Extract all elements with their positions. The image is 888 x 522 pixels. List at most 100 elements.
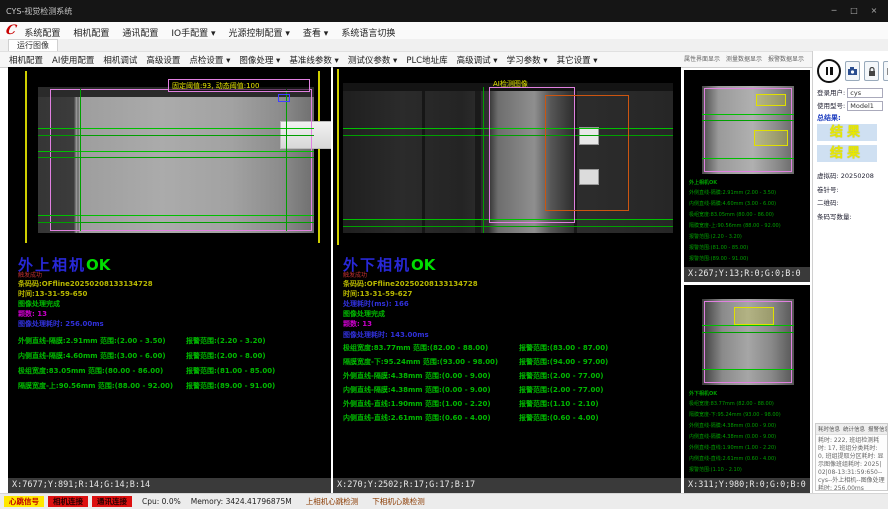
thumb-measurement-line: 隔膜宽度-上:90.56mm (88.00 - 92.00) <box>689 221 808 232</box>
measurement-row: 隔膜宽度-下:95.24mm 范围:(93.00 - 98.00) 报警范围:(… <box>343 357 677 371</box>
measurement-row: 外侧直线-直线:1.90mm 范围:(1.00 - 2.20) 报警范围:(1.… <box>343 399 677 413</box>
threshold-label: 固定阈值:93, 动态阈值:100 <box>172 81 259 91</box>
thumb-measurement-line: 内侧直线-隔膜:4.60mm (3.00 - 6.00) <box>689 199 808 210</box>
highlight-box-yellow <box>756 94 786 106</box>
lower-camera-heartbeat: 下相机心跳检测 <box>372 496 425 507</box>
app-logo-icon: C <box>4 23 18 38</box>
info-tab-stats[interactable]: 统计信息 <box>843 425 865 433</box>
camera-canvas[interactable]: 外下相机OK 极组宽度:83.77mm (82.00 - 88.00)隔膜宽度-… <box>684 285 810 478</box>
menu-bar: C 系统配置 相机配置 通讯配置 IO手配置 ▾ 光源控制配置 ▾ 查看 ▾ 系统语言切换 <box>0 22 888 40</box>
user-value-field[interactable]: cys <box>847 88 883 98</box>
algo-elapsed-line: 处理耗时(ms): 166 <box>343 299 643 309</box>
roi-box-orange <box>545 95 629 211</box>
highlight-box-yellow <box>754 130 788 146</box>
highlight-box-yellow <box>734 307 774 325</box>
cpu-usage: Cpu: 0.0% <box>142 497 181 506</box>
measurement-row: 极组宽度:83.77mm 范围:(82.00 - 88.00) 报警范围:(83… <box>343 343 677 357</box>
alarm-range: 报警范围:(81.00 - 85.00) <box>186 366 275 381</box>
exit-button[interactable] <box>883 61 888 81</box>
info-tab-elapsed[interactable]: 耗时信息 <box>818 425 840 433</box>
measurement-value: 极组宽度:83.05mm 范围:(80.00 - 86.00) <box>18 366 186 381</box>
thumb-measurement-line: 报警范围:(2.20 - 3.20) <box>689 232 808 243</box>
count-line: 颗数: 13 <box>18 309 318 319</box>
menu-item[interactable]: 查看 ▾ <box>303 29 328 39</box>
measurement-value: 极组宽度:83.77mm 范围:(82.00 - 88.00) <box>343 343 519 357</box>
virtual-code-value: 20250208 <box>841 172 874 180</box>
user-label: 登录用户: <box>817 89 845 97</box>
qr-code-label: 二维码: <box>817 197 839 207</box>
thumbs-header-label[interactable]: 测量数据显示 <box>726 54 762 63</box>
model-value-field[interactable]: Model1 <box>847 101 883 111</box>
barcode-write-count-label: 条码写数量: <box>817 211 852 221</box>
toolbar-button[interactable]: 学习参数 ▾ <box>507 54 548 66</box>
toolbar-button[interactable]: 相机配置 <box>9 54 43 66</box>
measurement-row: 内侧直线-隔膜:4.38mm 范围:(0.00 - 9.00) 报警范围:(2.… <box>343 385 677 399</box>
measurement-row: 内侧直线-直线:2.61mm 范围:(0.60 - 4.00) 报警范围:(0.… <box>343 413 677 427</box>
thumbs-header-label[interactable]: 属性界面显示 <box>684 54 720 63</box>
window-title: CYS-视觉检测系统 <box>0 6 826 17</box>
menu-item[interactable]: IO手配置 ▾ <box>171 29 215 39</box>
camera-capture-button[interactable] <box>845 61 860 81</box>
menu-item[interactable]: 通讯配置 <box>122 29 158 39</box>
lock-icon <box>868 67 876 76</box>
thumb-measurement-line: 内侧直线-隔膜:4.38mm (0.00 - 9.00) <box>689 432 808 443</box>
toolbar-button[interactable]: 图像处理 ▾ <box>239 54 280 66</box>
user-lock-button[interactable] <box>864 61 879 81</box>
coordinate-bar: X:7677;Y:891;R:14;G:14;B:14 <box>8 478 331 493</box>
upper-camera-heartbeat: 上相机心跳检测 <box>306 496 359 507</box>
menu-item[interactable]: 相机配置 <box>73 29 109 39</box>
barcode-line: 条码码:OFfline20250208133134728 <box>18 279 318 289</box>
thumb-measurement-line: 隔膜宽度-下:95.24mm (93.00 - 98.00) <box>689 410 808 421</box>
camera-canvas[interactable]: 外上相机OK 外侧直线-隔膜:2.91mm (2.00 - 3.50)内侧直线-… <box>684 70 810 267</box>
thumbs-header-label[interactable]: 报警数据显示 <box>768 54 804 63</box>
control-panel: 登录用户: cys 使用型号: Model1 总结果: 结果 结果 虚拟码: 2… <box>812 51 888 493</box>
marker-box-blue <box>278 94 290 102</box>
minimize-icon[interactable]: ─ <box>826 5 842 17</box>
status-bar: 心跳信号 相机连接 通讯连接 Cpu: 0.0% Memory: 3424.41… <box>0 493 888 509</box>
heartbeat-badge: 心跳信号 <box>4 496 44 507</box>
thumb-measurement-line: 报警范围:(81.00 - 85.00) <box>689 243 808 254</box>
alarm-range: 报警范围:(89.00 - 91.00) <box>186 381 275 396</box>
toolbar-button[interactable]: AI使用配置 <box>52 54 94 66</box>
toolbar-button[interactable]: 高级设置 <box>146 54 180 66</box>
menu-item[interactable]: 系统配置 <box>24 29 60 39</box>
camera-canvas[interactable]: AI检测图像 外下相机OK 触发成功 条码码:OFfline2025020813… <box>333 67 681 478</box>
camera-connection-badge: 相机连接 <box>48 496 88 507</box>
camera-thumb-bottom[interactable]: 外下相机OK 极组宽度:83.77mm (82.00 - 88.00)隔膜宽度-… <box>684 285 810 493</box>
camera-canvas[interactable]: 固定阈值:93, 动态阈值:100 外上相机OK 触发成功 条码码:OFflin… <box>8 67 331 478</box>
toolbar-button[interactable]: 其它设置 ▾ <box>557 54 598 66</box>
info-tab-alarm[interactable]: 报警信息 <box>868 425 888 433</box>
coordinate-bar: X:311;Y:980;R:0;G:0;B:0 <box>684 478 810 493</box>
toolbar-button[interactable]: 相机调试 <box>103 54 137 66</box>
toolbar-button[interactable]: 点检设置 ▾ <box>189 54 230 66</box>
camera-thumb-top[interactable]: 外上相机OK 外侧直线-隔膜:2.91mm (2.00 - 3.50)内侧直线-… <box>684 70 810 282</box>
measurement-value: 外侧直线-隔膜:2.91mm 范围:(2.00 - 3.50) <box>18 336 186 351</box>
thumb-measurement-line: 外侧直线-直线:1.90mm (1.00 - 2.20) <box>689 443 808 454</box>
toolbar-button[interactable]: 测试仪参数 ▾ <box>348 54 397 66</box>
toolbar-button[interactable]: 高级调试 ▾ <box>457 54 498 66</box>
info-panel[interactable]: 耗时信息 统计信息 报警信息 耗时: 222, 班组检测耗时: 17, 班组分类… <box>815 423 888 491</box>
info-log-text: 耗时: 222, 班组检测耗时: 17, 班组分类耗时: 0, 班组提取分区耗时… <box>816 435 887 491</box>
measurement-row: 外侧直线-隔膜:2.91mm 范围:(2.00 - 3.50) 报警范围:(2.… <box>18 336 327 351</box>
alarm-range: 报警范围:(2.00 - 8.00) <box>186 351 266 366</box>
pause-button[interactable] <box>817 59 841 83</box>
close-icon[interactable]: × <box>866 5 882 17</box>
camera-view-outer-lower[interactable]: AI检测图像 外下相机OK 触发成功 条码码:OFfline2025020813… <box>333 67 681 493</box>
measurement-value: 内侧直线-直线:2.61mm 范围:(0.60 - 4.00) <box>343 413 519 427</box>
thumbs-header: 属性界面显示 测量数据显示 报警数据显示 <box>684 51 812 66</box>
measurement-list: 极组宽度:83.77mm 范围:(82.00 - 88.00) 报警范围:(83… <box>343 343 677 427</box>
virtual-code-label: 虚拟码: <box>817 172 839 180</box>
toolbar-button[interactable]: 基准线参数 ▾ <box>289 54 338 66</box>
camera-view-outer-upper[interactable]: 固定阈值:93, 动态阈值:100 外上相机OK 触发成功 条码码:OFflin… <box>8 67 331 493</box>
pin-number-label: 卷针号: <box>817 184 839 194</box>
elapsed-line: 图像处理耗时: 143.00ms <box>343 330 429 340</box>
thumb-measurement-line: 报警范围:(89.00 - 91.00) <box>689 254 808 265</box>
menu-item[interactable]: 光源控制配置 ▾ <box>229 29 290 39</box>
alarm-range: 报警范围:(2.00 - 77.00) <box>519 385 603 399</box>
maximize-icon[interactable]: □ <box>846 5 862 17</box>
measurement-value: 外侧直线-直线:1.90mm 范围:(1.00 - 2.20) <box>343 399 519 413</box>
toolbar-button[interactable]: PLC地址库 <box>406 54 447 66</box>
menu-item[interactable]: 系统语言切换 <box>341 29 395 39</box>
alarm-range: 报警范围:(2.00 - 77.00) <box>519 371 603 385</box>
memory-usage: Memory: 3424.41796875M <box>191 497 292 506</box>
